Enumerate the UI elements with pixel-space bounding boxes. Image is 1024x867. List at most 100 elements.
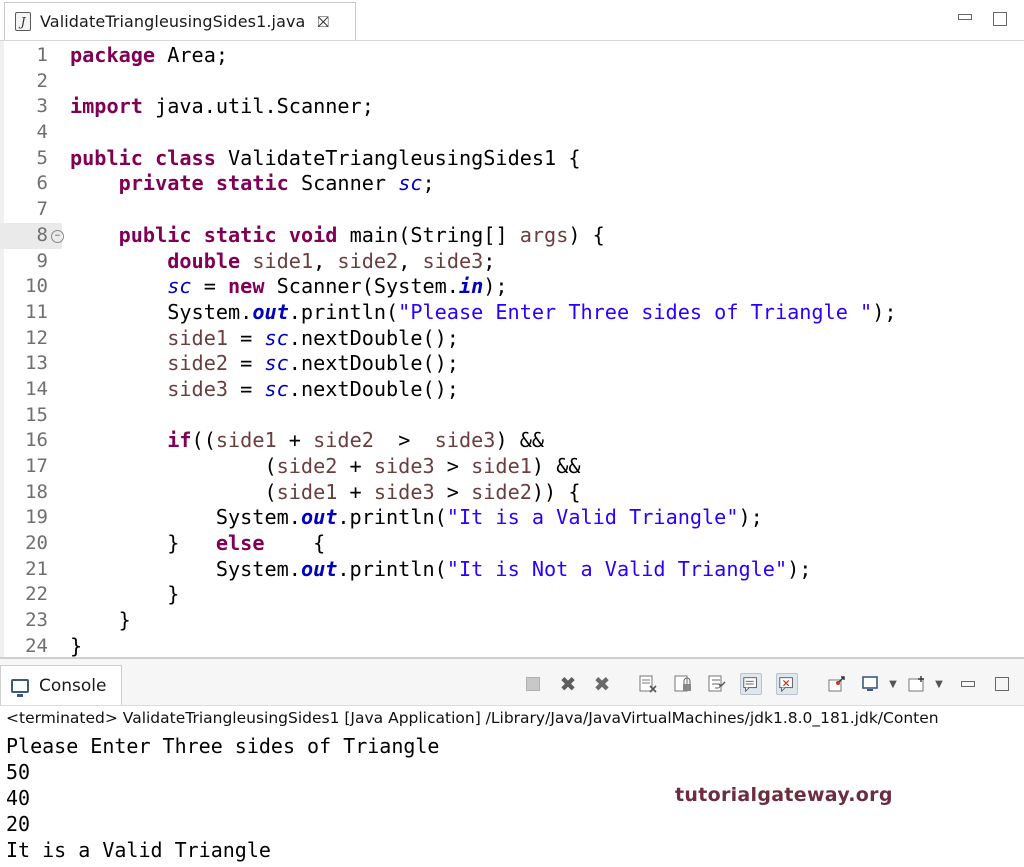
field-token: sc <box>167 274 192 299</box>
console-output-line: 50 <box>6 760 31 784</box>
editor-tab[interactable]: J ValidateTriangleusingSides1.java ⛝ <box>4 2 356 40</box>
string-token: "It is a Valid Triangle" <box>446 505 739 530</box>
line-number: 11 <box>25 300 48 323</box>
static-field-token: in <box>458 274 484 299</box>
code-token: System. <box>70 556 301 581</box>
code-token: , <box>398 248 423 273</box>
code-line-3: import java.util.Scanner; <box>70 94 897 120</box>
code-line-13: side2 = sc.nextDouble(); <box>70 351 897 377</box>
line-number: 14 <box>25 377 48 400</box>
line-number: 4 <box>36 121 48 144</box>
line-number: 3 <box>36 95 48 118</box>
line-number-gutter: 1 2 3 4 5 6 7 8− 9 10 11 12 13 14 15 16 … <box>0 43 64 660</box>
param-token: args <box>519 222 569 247</box>
code-line-5: public class ValidateTriangleusingSides1… <box>70 146 897 172</box>
code-line-6: private static Scanner sc; <box>70 171 897 197</box>
string-token: "It is Not a Valid Triangle" <box>446 556 788 581</box>
line-number-row: 8− <box>0 222 64 249</box>
code-line-8: public static void main(String[] args) { <box>70 223 897 249</box>
line-number: 24 <box>25 634 48 657</box>
remove-launch-icon[interactable]: ✖ <box>557 672 579 696</box>
open-console-icon[interactable] <box>906 673 928 695</box>
code-token: > <box>373 428 435 453</box>
variable-token: side1 <box>471 454 532 478</box>
code-token: ); <box>738 505 763 530</box>
close-tab-icon[interactable]: ⛝ <box>317 13 328 31</box>
display-selected-console-icon[interactable] <box>860 673 882 695</box>
keyword-token: private <box>118 171 204 196</box>
variable-token: side3 <box>373 479 435 504</box>
line-number: 10 <box>25 275 48 298</box>
line-number: 7 <box>36 198 48 221</box>
java-file-icon: J <box>15 12 31 31</box>
maximize-icon[interactable] <box>993 12 1007 26</box>
line-number: 22 <box>25 583 48 606</box>
line-number: 9 <box>36 249 48 272</box>
code-line-14: side3 = sc.nextDouble(); <box>70 377 897 403</box>
code-line-10: sc = new Scanner(System.in); <box>70 274 897 300</box>
code-line-17: (side2 + side3 > side1) && <box>70 454 897 480</box>
console-output-line: Please Enter Three sides of Triangle <box>6 734 440 758</box>
code-token: + <box>276 428 314 453</box>
chevron-down-icon[interactable]: ▼ <box>928 673 950 695</box>
minimize-icon[interactable] <box>957 673 979 695</box>
console-tab[interactable]: Console <box>0 665 122 705</box>
show-on-stdout-icon[interactable] <box>740 673 762 695</box>
code-token: System. <box>70 505 301 530</box>
line-number: 12 <box>25 326 48 349</box>
word-wrap-icon[interactable] <box>706 673 728 695</box>
code-line-11: System.out.println("Please Enter Three s… <box>70 299 896 326</box>
scroll-lock-icon[interactable] <box>672 673 694 695</box>
code-line-24: } <box>70 633 83 658</box>
console-output-line: 40 <box>6 786 31 810</box>
code-token: ( <box>70 454 277 478</box>
code-line-12: side1 = sc.nextDouble(); <box>70 326 897 352</box>
variable-token: side2 <box>337 248 399 273</box>
keyword-token: import <box>70 94 143 119</box>
show-on-stderr-icon[interactable] <box>776 673 798 695</box>
code-line-22: } <box>70 582 180 607</box>
variable-token: side3 <box>434 428 496 453</box>
source-code[interactable]: package Area; import java.util.Scanner; … <box>70 43 897 660</box>
code-token: ) { <box>568 222 605 247</box>
minimize-icon[interactable] <box>958 14 972 20</box>
line-number: 5 <box>36 146 48 169</box>
maximize-icon[interactable] <box>991 673 1013 695</box>
line-number: 15 <box>25 403 48 426</box>
watermark: tutorialgateway.org <box>675 784 893 806</box>
remove-all-terminated-icon[interactable]: ✖ <box>591 672 613 696</box>
code-token: Scanner(System. <box>264 274 459 299</box>
line-number: 8 <box>36 223 48 246</box>
static-field-token: out <box>252 299 289 324</box>
code-token: , <box>313 248 338 273</box>
keyword-token: static <box>203 222 277 247</box>
string-token: "Please Enter Three sides of Triangle " <box>398 299 873 324</box>
field-token: sc <box>264 351 289 376</box>
terminate-icon[interactable] <box>522 673 544 695</box>
code-token: .println( <box>337 556 447 581</box>
clear-console-icon[interactable] <box>637 673 659 695</box>
variable-token: side3 <box>373 454 435 478</box>
code-token: .nextDouble(); <box>288 376 459 401</box>
pin-console-icon[interactable] <box>826 673 848 695</box>
code-token: > <box>434 479 472 504</box>
code-line-9: double side1, side2, side3; <box>70 249 897 275</box>
fold-collapse-icon[interactable]: − <box>51 229 64 243</box>
code-token: System. <box>70 299 253 324</box>
static-field-token: out <box>300 556 338 581</box>
chevron-down-icon[interactable]: ▼ <box>882 673 904 695</box>
code-token: ) && <box>531 454 581 478</box>
code-editor[interactable]: 1 2 3 4 5 6 7 8− 9 10 11 12 13 14 15 16 … <box>0 41 1024 660</box>
line-number: 17 <box>25 455 48 477</box>
line-number: 16 <box>25 429 48 452</box>
variable-token: side1 <box>215 428 277 453</box>
